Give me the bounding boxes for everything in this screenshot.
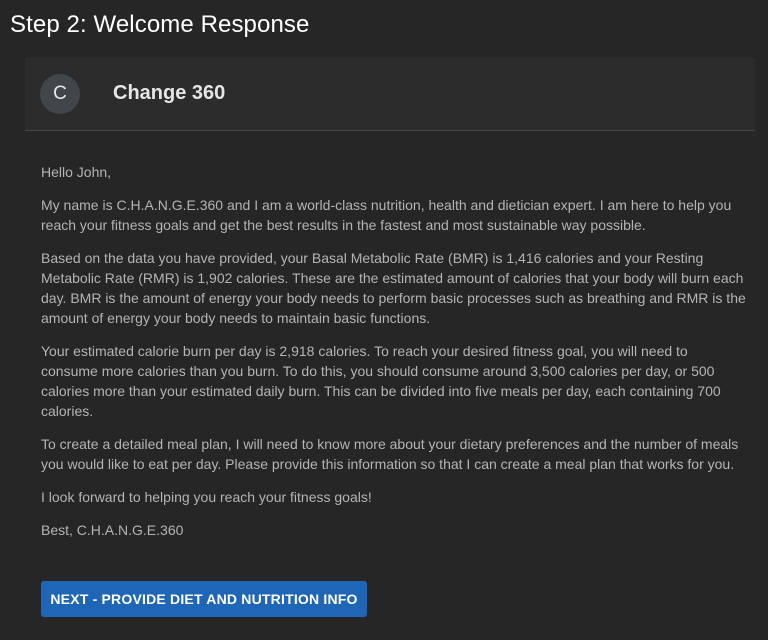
card-header: C Change 360 [25,58,755,131]
message-paragraph-intro: My name is C.H.A.N.G.E.360 and I am a wo… [41,197,732,233]
message-body: Hello John, My name is C.H.A.N.G.E.360 a… [41,162,746,553]
message-paragraph-metabolic-rate: Based on the data you have provided, you… [41,250,746,326]
message-signoff: Best, C.H.A.N.G.E.360 [41,522,184,538]
message-greeting: Hello John, [41,164,112,180]
avatar: C [40,74,80,114]
message-card: C Change 360 Hello John, My name is C.H.… [25,58,755,640]
message-paragraph-closing: I look forward to helping you reach your… [41,489,372,505]
next-diet-nutrition-button[interactable]: NEXT - PROVIDE DIET AND NUTRITION INFO [41,581,367,617]
message-paragraph-meal-plan: To create a detailed meal plan, I will n… [41,436,739,472]
card-title: Change 360 [113,82,226,104]
message-paragraph-calorie-burn: Your estimated calorie burn per day is 2… [41,343,721,419]
page-title: Step 2: Welcome Response [10,11,310,38]
